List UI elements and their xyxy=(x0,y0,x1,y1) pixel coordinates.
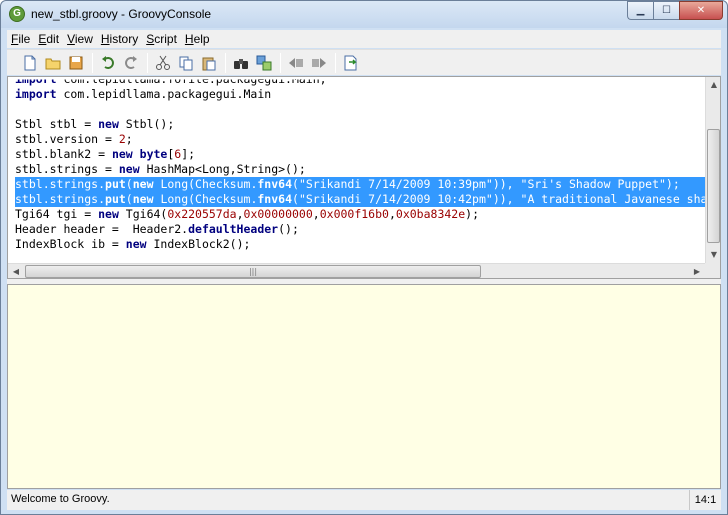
copy-icon xyxy=(179,56,193,70)
replace-icon xyxy=(256,55,272,70)
menu-history-label: istory xyxy=(109,32,139,46)
menu-file[interactable]: File xyxy=(7,32,34,46)
menu-edit[interactable]: Edit xyxy=(34,32,63,46)
open-folder-icon xyxy=(45,58,61,69)
replace-button[interactable] xyxy=(253,52,275,74)
run-script-icon xyxy=(344,55,357,70)
code-line[interactable]: Stbl stbl = new Stbl(); xyxy=(15,117,705,132)
code-line[interactable]: stbl.blank2 = new byte[6]; xyxy=(15,147,705,162)
run-script-button[interactable] xyxy=(340,52,362,74)
script-editor[interactable]: import com.lepidllama.fofile.packagegui.… xyxy=(7,76,721,279)
next-history-icon xyxy=(312,57,326,68)
horizontal-scroll-thumb[interactable]: ||| xyxy=(25,265,481,278)
save-button[interactable] xyxy=(65,52,87,74)
window-controls: ▁ ☐ ✕ xyxy=(627,1,723,20)
vertical-scroll-thumb[interactable] xyxy=(707,129,720,243)
menu-view[interactable]: View xyxy=(63,32,97,46)
minimize-button[interactable]: ▁ xyxy=(627,1,653,20)
menu-script-label: cript xyxy=(154,32,177,46)
scroll-left-icon[interactable]: ◀ xyxy=(8,264,24,278)
code-line[interactable]: Tgi64 tgi = new Tgi64(0x220557da,0x00000… xyxy=(15,207,705,222)
undo-button[interactable] xyxy=(97,52,119,74)
toolbar xyxy=(7,49,721,75)
open-file-button[interactable] xyxy=(42,52,64,74)
code-line-selected[interactable]: stbl.strings.put(new Long(Checksum.fnv64… xyxy=(15,192,705,207)
code-line[interactable]: import com.lepidllama.fofile.packagegui.… xyxy=(15,80,705,88)
code-line-selected[interactable]: stbl.strings.put(new Long(Checksum.fnv64… xyxy=(15,177,705,192)
scroll-down-icon[interactable]: ▼ xyxy=(706,247,720,263)
title-bar[interactable]: G new_stbl.groovy - GroovyConsole ▁ ☐ ✕ xyxy=(1,1,727,28)
scroll-up-icon[interactable]: ▲ xyxy=(706,77,720,93)
save-icon xyxy=(69,56,83,69)
menu-view-label: iew xyxy=(74,32,93,46)
previous-history-button[interactable] xyxy=(285,52,307,74)
menu-script[interactable]: Script xyxy=(142,32,181,46)
find-icon xyxy=(234,58,248,69)
code-line[interactable] xyxy=(15,102,705,117)
toolbar-separator xyxy=(225,52,226,73)
maximize-button[interactable]: ☐ xyxy=(653,1,679,20)
caret-position: 14:1 xyxy=(689,490,721,510)
window-title: new_stbl.groovy - GroovyConsole xyxy=(31,7,212,21)
menu-view-mnemonic: V xyxy=(67,32,75,46)
output-pane[interactable] xyxy=(7,284,721,489)
menu-edit-label: dit xyxy=(46,32,60,46)
code-line[interactable]: stbl.strings = new HashMap<Long,String>(… xyxy=(15,162,705,177)
code-line[interactable]: Header header = Header2.defaultHeader(); xyxy=(15,222,705,237)
paste-button[interactable] xyxy=(198,52,220,74)
new-file-icon xyxy=(24,55,36,70)
next-history-button[interactable] xyxy=(308,52,330,74)
scrollbar-corner xyxy=(705,263,720,278)
previous-history-icon xyxy=(289,57,303,68)
toolbar-separator xyxy=(280,52,281,73)
cut-button[interactable] xyxy=(152,52,174,74)
menu-help-mnemonic: H xyxy=(184,32,194,46)
menu-help[interactable]: Help xyxy=(181,32,214,46)
toolbar-separator xyxy=(92,52,93,73)
status-message: Welcome to Groovy. xyxy=(11,493,110,505)
undo-icon xyxy=(102,55,114,69)
toolbar-separator xyxy=(335,52,336,73)
code-line[interactable]: stbl.version = 2; xyxy=(15,132,705,147)
menu-help-label: elp xyxy=(193,32,210,46)
copy-button[interactable] xyxy=(175,52,197,74)
status-bar: Welcome to Groovy. 14:1 xyxy=(7,490,721,510)
close-button[interactable]: ✕ xyxy=(679,1,723,20)
redo-icon xyxy=(125,55,137,69)
cut-icon xyxy=(156,55,170,70)
code-line[interactable]: import com.lepidllama.packagegui.Main xyxy=(15,87,705,102)
code-line[interactable]: IndexBlock ib = new IndexBlock2(); xyxy=(15,237,705,252)
new-file-button[interactable] xyxy=(19,52,41,74)
paste-icon xyxy=(202,57,216,70)
menu-file-label: ile xyxy=(18,32,31,46)
horizontal-scrollbar[interactable]: ◀ ||| ▶ xyxy=(8,263,705,278)
vertical-scrollbar[interactable]: ▲ ▼ xyxy=(705,77,720,263)
groovy-console-window: G new_stbl.groovy - GroovyConsole ▁ ☐ ✕ … xyxy=(0,0,728,515)
code-area[interactable]: import com.lepidllama.fofile.packagegui.… xyxy=(15,77,705,252)
find-button[interactable] xyxy=(230,52,252,74)
menu-bar: File Edit View History Script Help xyxy=(7,30,721,48)
toolbar-separator xyxy=(147,52,148,73)
menu-history-mnemonic: H xyxy=(100,32,110,46)
menu-history[interactable]: History xyxy=(97,32,142,46)
groovy-logo-icon: G xyxy=(9,6,25,22)
scroll-right-icon[interactable]: ▶ xyxy=(689,264,705,278)
redo-button[interactable] xyxy=(120,52,142,74)
